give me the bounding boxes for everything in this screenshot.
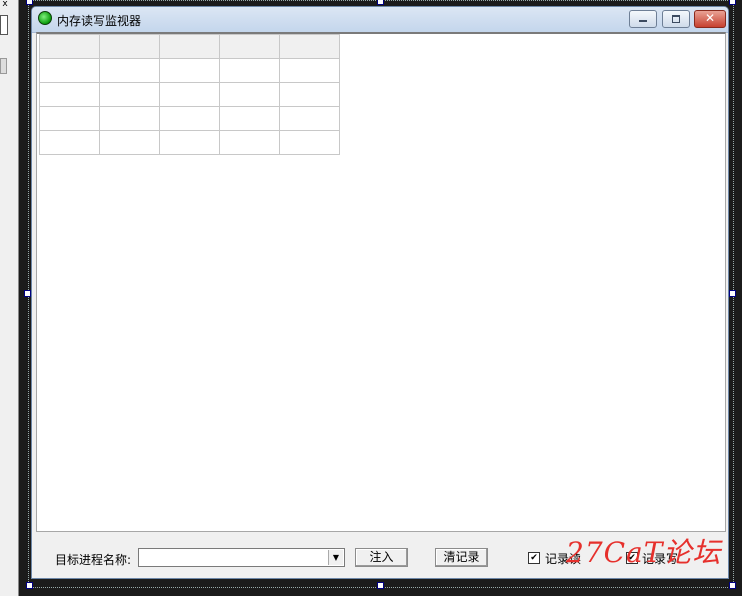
panel-scroll-thumb[interactable] [0,58,7,74]
grid-cell[interactable] [279,106,340,131]
watermark-logo: 27CaT论坛 [566,536,722,569]
resize-handle-top[interactable] [377,0,384,5]
record-grid [39,34,340,155]
grid-cell[interactable] [99,130,160,155]
resize-handle-top-left[interactable] [26,0,33,5]
grid-cell[interactable] [99,34,160,59]
dialog-window: 内存读写监视器 ✕ 目标进程名称: ▼ 注入 清记录 ✔ 记录读 ✔ 记录写 [31,6,729,579]
window-title: 内存读写监视器 [57,14,142,28]
chevron-down-icon[interactable]: ▼ [328,550,343,565]
grid-cell[interactable] [159,34,220,59]
grid-cell[interactable] [159,58,220,83]
grid-cell[interactable] [219,130,280,155]
app-status-icon [38,11,52,25]
grid-row [39,58,340,83]
grid-cell[interactable] [39,58,100,83]
panel-close-icon[interactable]: x [0,0,10,9]
panel-scroll-box[interactable] [0,15,8,35]
inject-button[interactable]: 注入 [355,548,408,567]
resize-handle-bottom[interactable] [377,582,384,589]
grid-cell[interactable] [279,130,340,155]
grid-row [39,106,340,131]
target-process-label: 目标进程名称: [55,553,132,567]
maximize-icon [663,11,689,27]
grid-cell[interactable] [39,130,100,155]
grid-cell[interactable] [39,106,100,131]
resize-handle-top-right[interactable] [729,0,736,5]
grid-cell[interactable] [219,58,280,83]
grid-cell[interactable] [159,106,220,131]
target-process-combo[interactable]: ▼ [138,548,345,567]
grid-cell[interactable] [99,58,160,83]
resize-handle-left[interactable] [24,290,31,297]
close-button[interactable]: ✕ [694,10,726,28]
grid-header-row [39,34,340,59]
grid-cell[interactable] [39,82,100,107]
grid-cell[interactable] [99,106,160,131]
grid-cell[interactable] [279,58,340,83]
grid-cell[interactable] [159,130,220,155]
grid-cell[interactable] [279,82,340,107]
grid-cell[interactable] [219,34,280,59]
clear-records-button[interactable]: 清记录 [435,548,488,567]
grid-cell[interactable] [279,34,340,59]
grid-row [39,82,340,107]
minimize-button[interactable] [629,10,657,28]
record-read-checkbox[interactable]: ✔ [528,552,540,564]
title-bar[interactable]: 内存读写监视器 ✕ [32,7,728,33]
grid-cell[interactable] [99,82,160,107]
ide-side-panel: x [0,0,19,596]
resize-handle-bottom-left[interactable] [26,582,33,589]
minimize-icon [630,11,656,27]
resize-handle-bottom-right[interactable] [729,582,736,589]
maximize-button[interactable] [662,10,690,28]
log-list-view[interactable] [36,32,726,532]
grid-row [39,130,340,155]
grid-cell[interactable] [219,82,280,107]
grid-cell[interactable] [159,82,220,107]
grid-cell[interactable] [39,34,100,59]
resize-handle-right[interactable] [729,290,736,297]
close-icon: ✕ [704,11,716,25]
grid-cell[interactable] [219,106,280,131]
